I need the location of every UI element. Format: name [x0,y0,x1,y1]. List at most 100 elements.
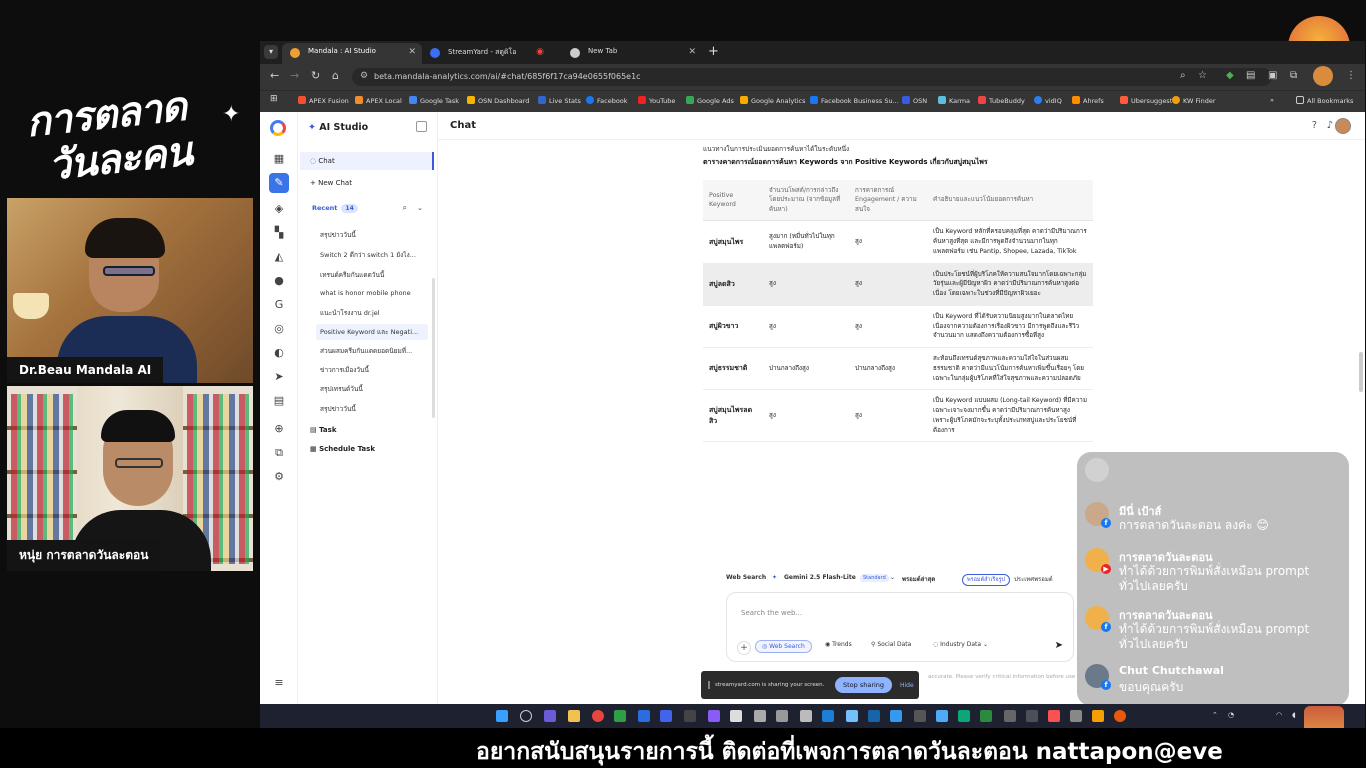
bell-icon[interactable]: ♪ [1327,120,1333,131]
back-icon[interactable]: ← [270,69,279,82]
file-explorer-icon[interactable] [568,710,580,722]
reload-icon[interactable]: ↻ [311,69,320,82]
app-icon[interactable] [822,710,834,722]
app-icon[interactable] [1004,710,1016,722]
send-button[interactable]: ➤ [1055,640,1063,651]
tab-streamyard[interactable]: StreamYard - สตูดิโอ ◉ [422,43,562,64]
trends-button[interactable]: ◉ Trends [825,641,852,648]
dashboard-icon[interactable]: ▚ [272,226,286,240]
app-icon[interactable] [754,710,766,722]
mandala-logo-icon[interactable] [270,120,286,136]
app-icon[interactable] [846,710,858,722]
search-icon[interactable]: ⌕ [403,203,407,213]
recent-header[interactable]: Recent 14 [312,204,358,213]
bookmark-item[interactable]: OSN Dashboard [467,96,529,105]
sidebar-item-chat[interactable]: ◌ Chat [300,152,434,170]
network-icon[interactable]: ◔ [1228,711,1234,719]
app-icon[interactable] [1092,710,1104,722]
app-icon[interactable] [730,710,742,722]
bookmark-star-icon[interactable]: ☆ [1198,70,1207,81]
bookmark-item[interactable]: Ubersuggest [1120,96,1172,105]
hide-share-bar-link[interactable]: Hide [900,682,914,689]
ai-studio-icon[interactable]: ✎ [269,173,289,193]
history-item-active[interactable]: Positive Keyword และ Negati... [316,324,428,340]
volume-icon[interactable]: ◖ [1292,711,1296,719]
globe-dark-icon[interactable]: ● [272,274,286,288]
history-item[interactable]: what is honor mobile phone [320,289,424,297]
grid-icon[interactable]: ▦ [272,152,286,166]
sidebar-scrollbar[interactable] [432,278,435,418]
app-icon[interactable] [684,710,696,722]
app-icon[interactable] [914,710,926,722]
url-field[interactable]: ⚙ beta.mandala-analytics.com/ai/#chat/68… [352,68,1272,86]
extension-icon[interactable]: ▤ [1246,70,1255,81]
all-bookmarks-link[interactable]: All Bookmarks [1296,96,1353,105]
bookmark-item[interactable]: APEX Local [355,96,402,105]
site-info-icon[interactable]: ⚙ [360,71,368,81]
menu-icon[interactable]: ≡ [272,676,286,690]
history-item[interactable]: Switch 2 ดีกว่า switch 1 ยังไง... [320,250,424,260]
send-icon[interactable]: ➤ [272,370,286,384]
social-data-button[interactable]: ⚲ Social Data [871,641,911,648]
compass-icon[interactable]: ◐ [272,346,286,360]
bookmark-item[interactable]: YouTube [638,96,675,105]
app-icon[interactable] [936,710,948,722]
tab-search-button[interactable]: ▾ [264,45,278,59]
zoom-icon[interactable]: ⌕ [1180,70,1186,81]
sidebar-item-schedule-task[interactable]: ▦ Schedule Task [310,445,375,453]
windows-start-icon[interactable] [496,710,508,722]
history-item[interactable]: สรุปข่าววันนี้ [320,230,424,240]
home-icon[interactable]: ⌂ [332,69,339,82]
web-search-toggle[interactable]: Web Search [726,574,766,581]
app-icon[interactable] [776,710,788,722]
app-icon[interactable] [890,710,902,722]
bookmark-item[interactable]: OSN [902,96,927,105]
country-selector[interactable]: ประเทศพรอมต์ [1014,574,1053,584]
app-icon[interactable] [1048,710,1060,722]
collapse-sidebar-icon[interactable] [416,121,427,132]
history-item[interactable]: สรุปเทรนด์วันนี้ [320,384,424,394]
new-tab-button[interactable]: + [708,44,719,59]
bookmark-item[interactable]: APEX Fusion [298,96,349,105]
drag-handle-icon[interactable]: ‖ [707,680,711,689]
chrome-icon[interactable] [592,710,604,722]
profile-avatar[interactable] [1313,66,1333,86]
tab-mandala[interactable]: Mandala : AI Studio ✕ [282,43,422,64]
copilot-icon[interactable] [544,710,556,722]
avatar[interactable] [1335,118,1351,134]
google-icon[interactable]: G [272,298,286,312]
chevron-right-icon[interactable]: » [1270,96,1274,104]
target-icon[interactable]: ◎ [272,322,286,336]
app-icon[interactable] [1026,710,1038,722]
extension-icon[interactable]: ▣ [1268,70,1277,81]
extension-icon[interactable]: ◆ [1226,70,1234,81]
app-icon[interactable] [638,710,650,722]
fire-icon[interactable]: ◈ [272,202,286,216]
search-icon[interactable] [520,710,532,722]
bookmark-item[interactable]: Google Ads [686,96,734,105]
prompt-mode-selector[interactable]: พรอมต์ล่าสุด [902,574,935,584]
app-icon[interactable] [1070,710,1082,722]
app-icon[interactable] [958,710,970,722]
bookmark-item[interactable]: Google Task [409,96,459,105]
bookmark-item[interactable]: TubeBuddy [978,96,1025,105]
bookmark-item[interactable]: Ahrefs [1072,96,1104,105]
new-chat-button[interactable]: + New Chat [300,174,434,192]
close-icon[interactable]: ✕ [688,47,696,57]
chevron-down-icon[interactable]: ⌄ [417,204,423,212]
history-item[interactable]: แนะนำโรงงาน dr.jel [320,308,424,318]
bookmark-item[interactable]: Google Analytics [740,96,806,105]
bookmark-item[interactable]: KW Finder [1172,96,1216,105]
bookmark-item[interactable]: vidIQ [1034,96,1062,105]
globe-icon[interactable]: ⊕ [272,422,286,436]
close-icon[interactable]: ✕ [408,47,416,57]
copy-icon[interactable]: ⧉ [272,446,286,460]
help-icon[interactable]: ? [1312,120,1317,131]
report-icon[interactable]: ▤ [272,394,286,408]
web-search-button[interactable]: ◎ Web Search [755,640,812,653]
history-item[interactable]: ข่าวการเมืองวันนี้ [320,365,424,375]
chat-input-box[interactable]: Search the web... + ◎ Web Search ◉ Trend… [726,592,1074,662]
extensions-puzzle-icon[interactable]: ⧉ [1290,70,1297,81]
add-attachment-button[interactable]: + [737,641,751,655]
industry-data-button[interactable]: ◌ Industry Data ⌄ [933,641,988,648]
